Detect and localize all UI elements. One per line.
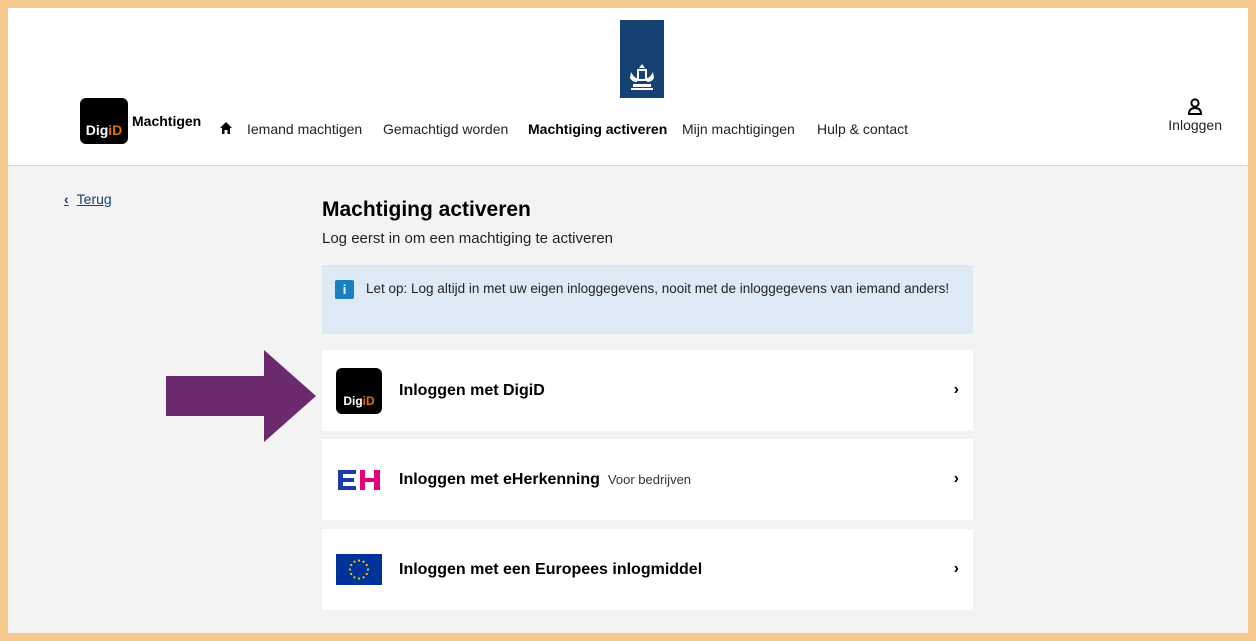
nav-item-machtiging-activeren[interactable]: Machtiging activeren — [528, 121, 667, 137]
eu-logo — [336, 547, 382, 593]
digid-option-logo-text: Dig — [343, 393, 363, 408]
eu-star — [348, 568, 352, 571]
chevron-right-icon: › — [953, 381, 959, 398]
login-option-digid[interactable]: Dig iD Inloggen met DigiD › — [322, 350, 973, 431]
chevron-right-icon: › — [953, 470, 959, 487]
eu-star — [353, 576, 356, 579]
eherkenning-logo — [336, 457, 382, 503]
info-icon: i — [335, 280, 354, 299]
login-option-europees[interactable]: Inloggen met een Europees inlogmiddel › — [322, 529, 973, 610]
eu-star — [362, 576, 365, 579]
chevron-left-icon: ‹ — [64, 191, 69, 207]
option-label: Inloggen met eHerkenning Voor bedrijven — [399, 471, 691, 489]
digid-option-logo-text-id: iD — [362, 393, 375, 408]
rijksoverheid-logo — [620, 20, 664, 98]
site-header: Dig iD Machtigen Iemand machtigen Gemacht… — [8, 8, 1248, 166]
back-link[interactable]: ‹ Terug — [64, 191, 112, 207]
back-label: Terug — [76, 191, 112, 207]
nav-item-iemand-machtigen[interactable]: Iemand machtigen — [247, 121, 362, 137]
eherkenning-icon — [338, 469, 380, 490]
option-label-text: Inloggen met eHerkenning — [399, 470, 600, 488]
login-button[interactable]: Inloggen — [1168, 98, 1222, 133]
option-label: Inloggen met DigiD — [399, 381, 545, 399]
digid-option-logo: Dig iD — [336, 367, 382, 414]
eu-star — [357, 559, 361, 562]
chevron-right-icon: › — [953, 560, 959, 577]
nav-item-mijn-machtigingen[interactable]: Mijn machtigingen — [682, 121, 795, 137]
eu-flag-icon — [336, 554, 382, 585]
eu-star — [350, 563, 353, 567]
user-icon — [1188, 98, 1203, 115]
eu-star — [365, 563, 368, 567]
nav-item-hulp-contact[interactable]: Hulp & contact — [817, 121, 908, 137]
page-title: Machtiging activeren — [322, 198, 531, 221]
eu-star — [365, 572, 368, 576]
option-hint: Voor bedrijven — [607, 471, 692, 487]
eu-star — [366, 568, 370, 571]
eu-star — [362, 560, 365, 563]
home-icon[interactable] — [219, 121, 233, 135]
login-option-eherkenning[interactable]: Inloggen met eHerkenning Voor bedrijven › — [322, 439, 973, 520]
main-nav: Iemand machtigen Gemachtigd worden Macht… — [8, 118, 1248, 140]
page-frame: Dig iD Machtigen Iemand machtigen Gemacht… — [8, 8, 1248, 633]
annotation-arrow-icon — [166, 350, 316, 442]
info-text: Let op: Log altijd in met uw eigen inlog… — [366, 281, 950, 296]
option-label: Inloggen met een Europees inlogmiddel — [399, 560, 703, 578]
nav-item-gemachtigd-worden[interactable]: Gemachtigd worden — [383, 121, 508, 137]
eu-star — [350, 572, 353, 576]
coat-of-arms-icon — [630, 64, 654, 90]
page-subtitle: Log eerst in om een machtiging te active… — [322, 230, 613, 247]
info-notice: i Let op: Log altijd in met uw eigen inl… — [322, 265, 973, 334]
login-label: Inloggen — [1168, 117, 1222, 133]
eu-star — [353, 560, 356, 563]
eu-star — [357, 577, 361, 580]
